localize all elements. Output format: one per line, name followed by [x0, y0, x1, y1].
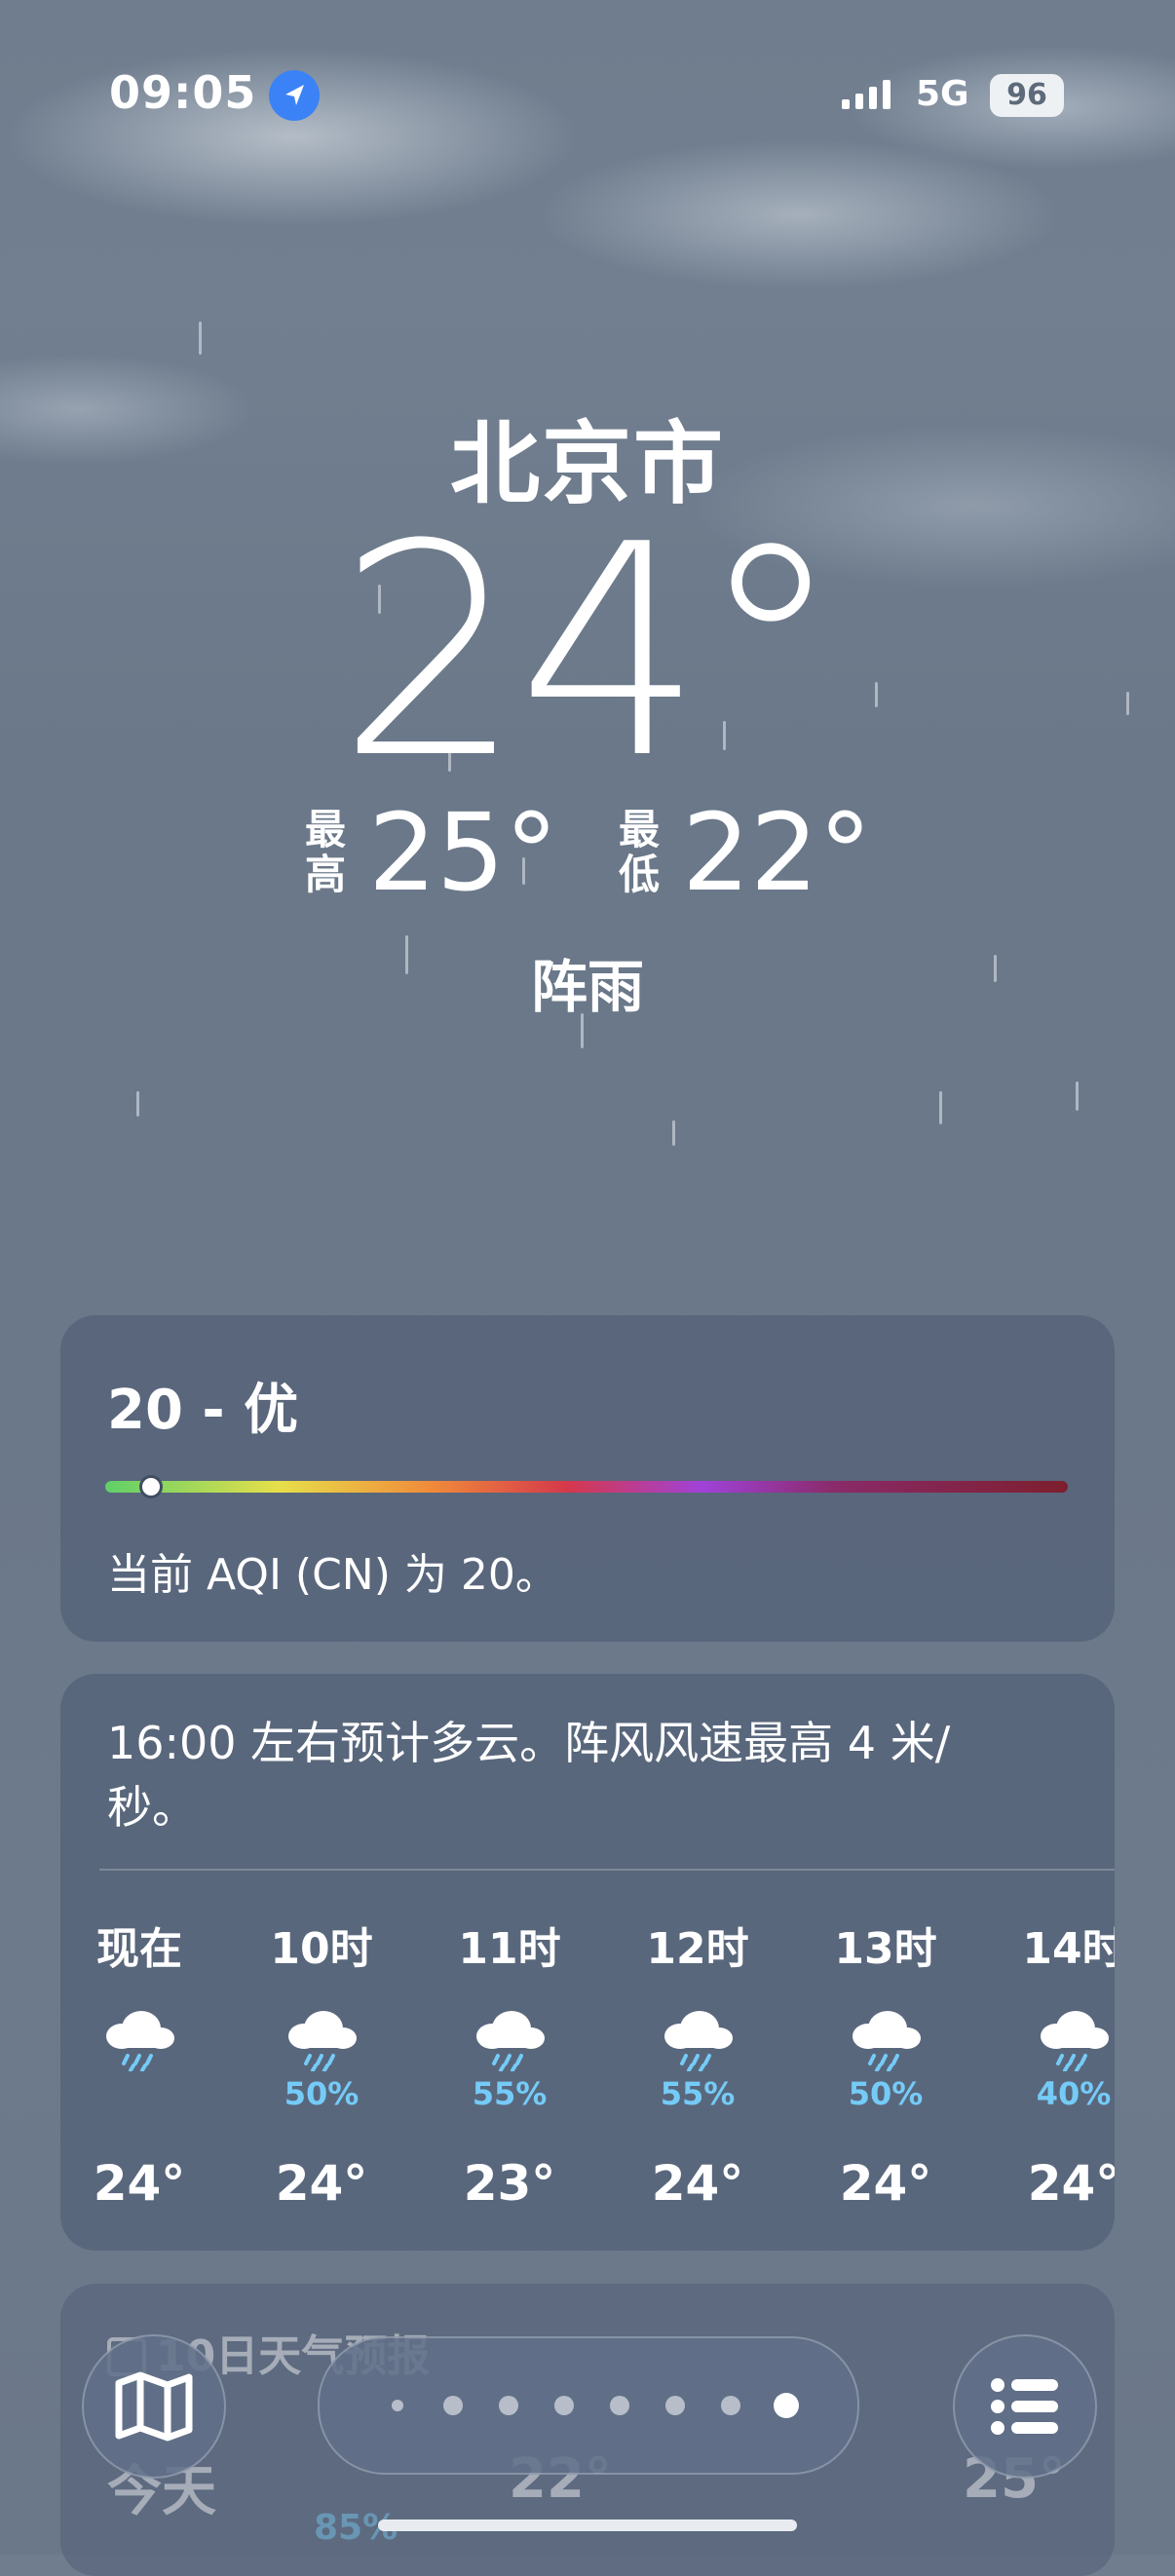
rain-streak: [136, 1091, 139, 1117]
location-page-dot[interactable]: [392, 2400, 403, 2411]
precip-chance: 40%: [1036, 2075, 1112, 2112]
precip-chance: 55%: [472, 2075, 548, 2112]
rain-cloud-icon: [288, 2011, 357, 2071]
list-icon: [991, 2378, 1058, 2435]
hour-item: 13时 50% 24°: [813, 1888, 959, 2212]
page-dot[interactable]: [721, 2396, 740, 2415]
aqi-scale-bar: [105, 1481, 1068, 1493]
aqi-level-marker: [139, 1475, 164, 1498]
weather-condition: 阵雨: [530, 954, 644, 1020]
rain-cloud-icon: [1041, 2011, 1109, 2071]
city-list-button[interactable]: [953, 2334, 1097, 2479]
high-value: 25°: [368, 790, 558, 915]
hourly-forecast-card[interactable]: 16:00 左右预计多云。阵风风速最高 4 米/秒。 现在 24° 10时 50…: [60, 1674, 1115, 2251]
hourly-scroll[interactable]: 现在 24° 10时 50% 24° 11时 55% 23° 12时 55% 2…: [60, 1888, 1115, 2258]
page-dot[interactable]: [554, 2396, 574, 2415]
rain-cloud-icon: [853, 2011, 921, 2071]
hour-label: 现在: [96, 1924, 182, 1974]
rain-streak: [939, 1091, 942, 1124]
page-dot-active[interactable]: [774, 2393, 799, 2418]
page-dot[interactable]: [665, 2396, 685, 2415]
divider: [99, 1869, 1115, 1871]
cellular-signal-icon: [840, 76, 902, 119]
page-dot[interactable]: [443, 2396, 463, 2415]
low-value: 22°: [682, 790, 872, 915]
map-button[interactable]: [82, 2334, 226, 2479]
forecast-summary: 16:00 左右预计多云。阵风风速最高 4 米/秒。: [107, 1717, 951, 1834]
location-arrow-icon: [269, 70, 320, 121]
precip-chance: 55%: [660, 2075, 736, 2112]
high-temperature: 最高 25°: [302, 799, 558, 906]
hour-item: 10时 50% 24°: [248, 1888, 395, 2212]
hour-temperature: 24°: [93, 2155, 186, 2212]
hour-temperature: 24°: [1027, 2155, 1115, 2212]
precip-chance: [66, 2075, 212, 2114]
rain-streak: [672, 1120, 675, 1146]
hour-item: 现在 24°: [66, 1888, 212, 2212]
high-label: 最高: [304, 806, 346, 898]
rain-streak: [1076, 1081, 1079, 1111]
network-type: 5G: [916, 74, 969, 114]
status-time: 09:05: [109, 66, 257, 119]
home-indicator[interactable]: [378, 2519, 797, 2531]
page-indicator[interactable]: [318, 2336, 859, 2475]
hour-temperature: 24°: [275, 2155, 368, 2212]
map-icon: [115, 2371, 193, 2442]
rain-cloud-icon: [476, 2011, 545, 2071]
hour-temperature: 24°: [651, 2155, 744, 2212]
rain-cloud-icon: [106, 2011, 174, 2071]
hour-label: 10时: [270, 1924, 373, 1974]
page-dot[interactable]: [610, 2396, 629, 2415]
hour-label: 12时: [646, 1924, 749, 1974]
aqi-value: 20 - 优: [107, 1379, 299, 1442]
precip-chance: 50%: [848, 2075, 924, 2112]
current-temperature: 24°: [337, 482, 844, 822]
precip-chance: 50%: [284, 2075, 360, 2112]
hour-temperature: 23°: [463, 2155, 556, 2212]
rain-cloud-icon: [664, 2011, 733, 2071]
hour-item: 14时 40% 24°: [1001, 1888, 1115, 2212]
battery-indicator: 96: [990, 74, 1064, 117]
aqi-description: 当前 AQI (CN) 为 20。: [107, 1550, 558, 1600]
hour-temperature: 24°: [839, 2155, 932, 2212]
hour-label: 11时: [458, 1924, 561, 1974]
hour-item: 11时 55% 23°: [436, 1888, 583, 2212]
hour-item: 12时 55% 24°: [625, 1888, 771, 2212]
page-dot[interactable]: [499, 2396, 518, 2415]
rain-streak: [199, 322, 202, 355]
hour-label: 13时: [834, 1924, 937, 1974]
low-temperature: 最低 22°: [616, 799, 872, 906]
air-quality-card[interactable]: 20 - 优 当前 AQI (CN) 为 20。: [60, 1315, 1115, 1642]
low-label: 最低: [618, 806, 660, 898]
hour-label: 14时: [1022, 1924, 1115, 1974]
